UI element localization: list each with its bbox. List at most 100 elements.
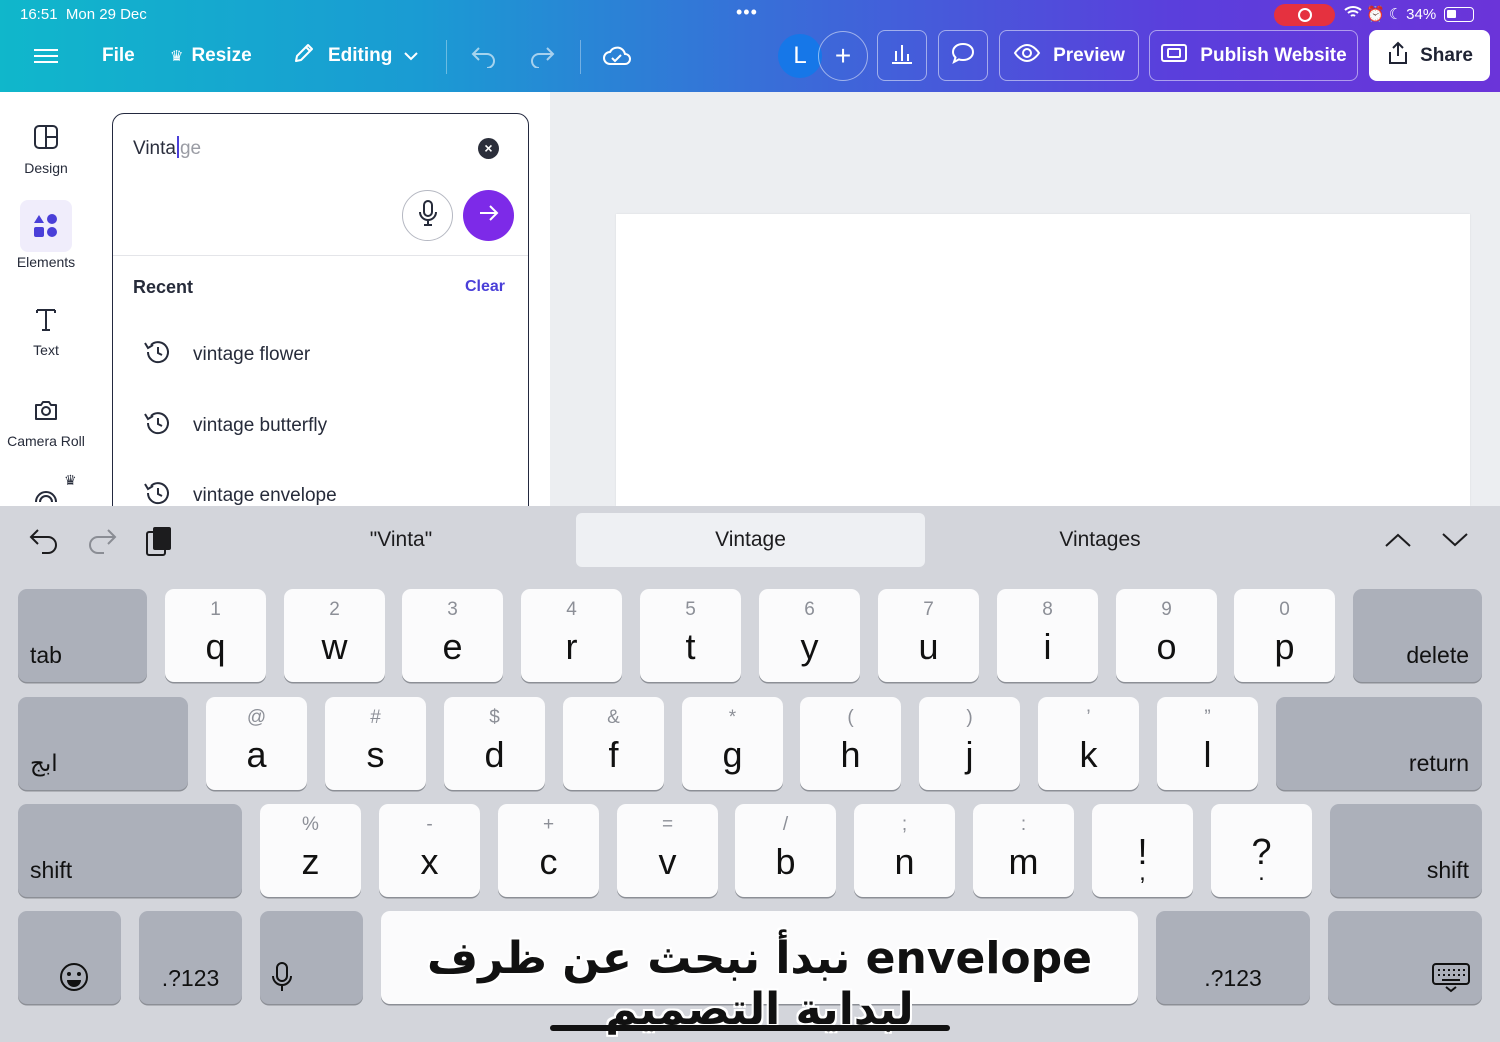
autocomplete-ghost: ge bbox=[179, 138, 202, 159]
delete-key[interactable]: delete bbox=[1353, 589, 1482, 682]
add-collaborator-button[interactable]: + bbox=[818, 31, 868, 81]
suggestion-selected[interactable]: Vintage bbox=[576, 513, 925, 567]
suggestion-alt[interactable]: Vintages bbox=[925, 513, 1275, 567]
hide-keyboard-key[interactable] bbox=[1328, 911, 1482, 1004]
suggestion-verbatim[interactable]: "Vinta" bbox=[226, 513, 576, 567]
elements-icon bbox=[20, 200, 72, 252]
emoji-key[interactable] bbox=[18, 911, 121, 1004]
recent-search-item[interactable]: vintage butterfly bbox=[143, 410, 327, 442]
paste-icon[interactable] bbox=[144, 524, 174, 563]
key-c[interactable]: + c bbox=[498, 804, 599, 897]
language-switch-key[interactable]: ابج bbox=[18, 697, 188, 790]
key-e[interactable]: 3e bbox=[402, 589, 503, 682]
preview-button[interactable]: Preview bbox=[999, 30, 1139, 81]
eye-icon bbox=[1013, 43, 1041, 69]
resize-button[interactable]: ♛ Resize bbox=[170, 36, 252, 76]
home-indicator[interactable] bbox=[550, 1025, 950, 1031]
rail-item-design[interactable]: Design bbox=[0, 122, 92, 176]
recent-search-label: vintage butterfly bbox=[193, 415, 328, 436]
status-time-date: 16:51 Mon 29 Dec bbox=[20, 6, 147, 23]
avatar[interactable]: L bbox=[778, 34, 822, 78]
key-v[interactable]: = v bbox=[617, 804, 718, 897]
recent-search-label: vintage flower bbox=[193, 344, 311, 365]
key-w[interactable]: 2w bbox=[284, 589, 385, 682]
recent-search-label: vintage envelope bbox=[193, 485, 337, 506]
submit-search-button[interactable] bbox=[463, 190, 514, 241]
rail-item-camera-roll[interactable]: Camera Roll bbox=[0, 395, 92, 449]
key-p[interactable]: 0p bbox=[1234, 589, 1335, 682]
publish-website-button[interactable]: Publish Website bbox=[1149, 30, 1358, 81]
key-m[interactable]: :m bbox=[973, 804, 1074, 897]
cloud-saved-icon[interactable] bbox=[602, 36, 632, 76]
design-page[interactable] bbox=[616, 214, 1470, 506]
undo-icon[interactable] bbox=[28, 526, 60, 561]
chevron-up-icon[interactable] bbox=[1384, 532, 1412, 553]
key-b[interactable]: / b bbox=[735, 804, 836, 897]
pencil-icon bbox=[292, 41, 316, 71]
tab-key[interactable]: tab bbox=[18, 589, 147, 682]
space-bar[interactable]: نبدأ نبحث عن ظرف envelope لبداية التصميم bbox=[381, 911, 1138, 1035]
key-j[interactable]: ) j bbox=[919, 697, 1020, 790]
screen-record-icon[interactable] bbox=[1274, 4, 1335, 26]
text-caret bbox=[176, 136, 179, 158]
key-f[interactable]: & f bbox=[563, 697, 664, 790]
moon-icon: ☾ bbox=[1388, 6, 1403, 23]
key-s[interactable]: # s bbox=[325, 697, 426, 790]
key-a[interactable]: @ a bbox=[206, 697, 307, 790]
rail-item-elements[interactable]: Elements bbox=[0, 200, 92, 270]
key-l[interactable]: ” l bbox=[1157, 697, 1258, 790]
shift-key-right[interactable]: shift bbox=[1330, 804, 1482, 897]
key-k[interactable]: ’ k bbox=[1038, 697, 1139, 790]
undo-icon[interactable] bbox=[470, 36, 498, 76]
key-h[interactable]: (h bbox=[800, 697, 901, 790]
clear-search-icon[interactable]: × bbox=[478, 138, 499, 159]
rail-item-more[interactable]: ♛ bbox=[0, 472, 92, 506]
key-q[interactable]: 1q bbox=[165, 589, 266, 682]
return-key[interactable]: return bbox=[1276, 697, 1482, 790]
menu-icon[interactable] bbox=[34, 36, 58, 76]
key-d[interactable]: $ d bbox=[444, 697, 545, 790]
dictation-key[interactable] bbox=[260, 911, 363, 1004]
key-i[interactable]: 8i bbox=[997, 589, 1098, 682]
key-z[interactable]: % z bbox=[260, 804, 361, 897]
redo-icon[interactable] bbox=[86, 526, 118, 561]
search-input[interactable]: Vinta ge bbox=[133, 136, 201, 160]
history-icon bbox=[143, 339, 171, 371]
side-rail: Design Elements Text Camera Roll ♛ bbox=[0, 92, 92, 506]
video-caption: نبدأ نبحث عن ظرف envelope لبداية التصميم bbox=[427, 933, 1092, 1035]
multitask-dots-icon[interactable]: ••• bbox=[736, 2, 758, 23]
emoji-icon bbox=[58, 961, 90, 998]
insights-button[interactable] bbox=[877, 30, 927, 81]
key-question-period[interactable]: ?. bbox=[1211, 804, 1312, 897]
key-o[interactable]: 9o bbox=[1116, 589, 1217, 682]
crown-icon: ♛ bbox=[170, 48, 184, 65]
key-y[interactable]: 6y bbox=[759, 589, 860, 682]
rail-item-text[interactable]: Text bbox=[0, 304, 92, 358]
apps-icon bbox=[34, 488, 58, 506]
numbers-key-right[interactable]: .?123 bbox=[1156, 911, 1310, 1004]
microphone-icon bbox=[418, 199, 438, 232]
file-menu[interactable]: File bbox=[102, 36, 135, 76]
redo-icon[interactable] bbox=[528, 36, 556, 76]
key-exclaim-comma[interactable]: !, bbox=[1092, 804, 1193, 897]
recent-heading: Recent bbox=[133, 277, 194, 297]
wifi-icon bbox=[1344, 5, 1362, 23]
recent-search-item[interactable]: vintage flower bbox=[143, 339, 310, 371]
key-x[interactable]: -x bbox=[379, 804, 480, 897]
shift-key-left[interactable]: shift bbox=[18, 804, 242, 897]
share-icon bbox=[1386, 40, 1410, 72]
chevron-down-icon[interactable] bbox=[1441, 532, 1469, 553]
clear-recent-link[interactable]: Clear bbox=[465, 278, 505, 296]
editing-mode-dropdown[interactable]: Editing bbox=[292, 36, 419, 76]
key-u[interactable]: 7u bbox=[878, 589, 979, 682]
design-icon bbox=[0, 122, 92, 152]
key-r[interactable]: 4r bbox=[521, 589, 622, 682]
voice-search-button[interactable] bbox=[402, 190, 453, 241]
chevron-down-icon bbox=[404, 45, 419, 67]
share-button[interactable]: Share bbox=[1369, 30, 1490, 81]
key-n[interactable]: ; n bbox=[854, 804, 955, 897]
numbers-key-left[interactable]: .?123 bbox=[139, 911, 242, 1004]
key-t[interactable]: 5t bbox=[640, 589, 741, 682]
key-g[interactable]: * g bbox=[682, 697, 783, 790]
comment-button[interactable] bbox=[938, 30, 988, 81]
